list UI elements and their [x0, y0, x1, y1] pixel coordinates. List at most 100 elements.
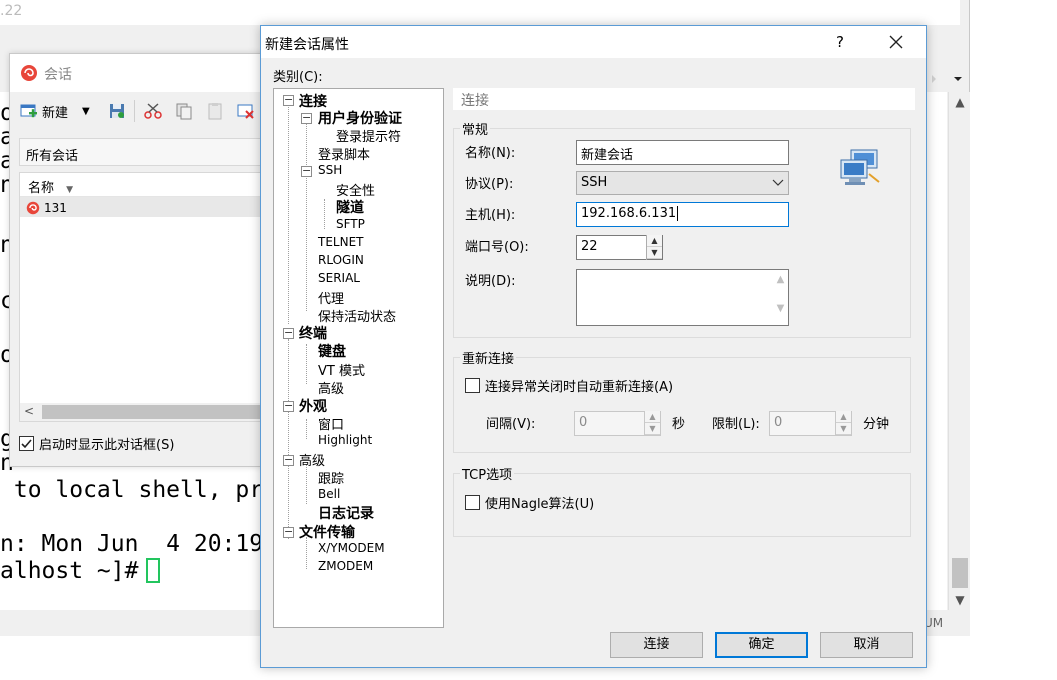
tree-appearance[interactable]: 外观 [299, 396, 327, 416]
nagle-option[interactable]: 使用Nagle算法(U) [465, 493, 594, 512]
tree-advanced[interactable]: 高级 [299, 450, 325, 469]
collapse-icon[interactable]: − [283, 400, 294, 412]
cut-button[interactable] [144, 100, 162, 122]
tree-bell[interactable]: Bell [318, 487, 340, 501]
collapse-icon[interactable]: − [283, 327, 294, 339]
interval-label: 间隔(V): [486, 417, 536, 432]
host-input[interactable]: 192.168.6.131 [576, 202, 789, 227]
tree-user-auth[interactable]: 用户身份验证 [318, 108, 402, 128]
tree-zmodem[interactable]: ZMODEM [318, 559, 373, 573]
host-value: 192.168.6.131 [581, 206, 677, 221]
tree-ssh[interactable]: SSH [318, 163, 342, 177]
tree-sftp[interactable]: SFTP [336, 217, 365, 231]
close-button[interactable] [881, 30, 911, 54]
tree-xymodem[interactable]: X/YMODEM [318, 541, 385, 555]
tree-login-script[interactable]: 登录脚本 [318, 144, 370, 163]
help-button[interactable]: ? [827, 30, 853, 54]
auto-reconnect-checkbox[interactable] [465, 378, 480, 393]
scroll-down-icon[interactable]: ▼ [949, 590, 971, 610]
tree-terminal[interactable]: 终端 [299, 323, 327, 343]
tree-terminal-advanced[interactable]: 高级 [318, 378, 344, 397]
tree-serial[interactable]: SERIAL [318, 271, 360, 285]
terminal-title: .22 [0, 3, 23, 19]
collapse-icon[interactable]: − [283, 94, 294, 106]
scroll-thumb[interactable] [952, 558, 968, 588]
limit-spinner[interactable]: ▲ ▼ [835, 411, 851, 436]
category-label: 类别(C): [273, 70, 323, 85]
tree-line [324, 199, 325, 229]
network-computers-icon [840, 149, 880, 185]
scissors-icon [144, 103, 162, 119]
tree-keyboard[interactable]: 键盘 [318, 341, 346, 361]
cancel-button[interactable]: 取消 [820, 632, 913, 658]
tree-file-transfer[interactable]: 文件传输 [299, 522, 355, 542]
scroll-left-icon[interactable]: < [24, 404, 34, 418]
spin-down-icon[interactable]: ▼ [645, 423, 660, 435]
spin-up-icon[interactable]: ▲ [645, 411, 660, 423]
ok-button[interactable]: 确定 [715, 632, 808, 658]
limit-label: 限制(L): [712, 417, 760, 432]
tree-keepalive[interactable]: 保持活动状态 [318, 306, 396, 325]
tree-telnet[interactable]: TELNET [318, 235, 364, 249]
new-session-button[interactable]: 新建 ▼ [20, 100, 90, 122]
list-header-name[interactable]: 名称 ▼ [20, 173, 268, 197]
tree-proxy[interactable]: 代理 [318, 288, 344, 307]
tree-line [288, 104, 289, 324]
tree-line [288, 339, 289, 539]
tree-window[interactable]: 窗口 [318, 414, 344, 433]
tree-highlight[interactable]: Highlight [318, 433, 372, 447]
collapse-icon[interactable]: − [283, 526, 294, 538]
column-name-label: 名称 [28, 181, 55, 196]
interval-input[interactable]: 0 ▲ ▼ [574, 411, 661, 436]
interval-spinner[interactable]: ▲ ▼ [644, 411, 660, 436]
terminal-scrollbar[interactable]: ▲ ▼ [948, 92, 970, 610]
tree-logging[interactable]: 日志记录 [318, 503, 374, 523]
scroll-up-icon[interactable]: ▲ [949, 92, 971, 112]
show-on-startup-option[interactable]: 启动时显示此对话框(S) [19, 434, 174, 453]
reconnect-group: 重新连接 [453, 348, 911, 453]
spin-up-icon[interactable]: ▲ [647, 235, 662, 247]
session-name: 131 [44, 201, 67, 215]
spin-down-icon[interactable]: ▼ [647, 247, 662, 259]
description-scrollbar[interactable]: ▲ ▼ [772, 270, 789, 325]
xshell-logo-icon [21, 65, 37, 81]
collapse-icon[interactable]: − [283, 454, 294, 466]
protocol-select[interactable]: SSH [576, 171, 789, 195]
description-input[interactable] [576, 269, 789, 326]
reconnect-group-title: 重新连接 [460, 348, 517, 367]
tree-rlogin[interactable]: RLOGIN [318, 253, 364, 267]
limit-unit: 分钟 [863, 417, 890, 432]
save-session-button[interactable] [108, 100, 126, 122]
tree-trace[interactable]: 跟踪 [318, 468, 344, 487]
collapse-icon[interactable]: − [301, 165, 312, 177]
nagle-checkbox[interactable] [465, 495, 480, 510]
connect-button[interactable]: 连接 [610, 632, 703, 658]
spin-down-icon[interactable]: ▼ [836, 423, 851, 435]
delete-button[interactable] [237, 100, 255, 122]
tree-tunnel[interactable]: 隧道 [336, 197, 364, 217]
scroll-up-icon[interactable]: ▲ [772, 274, 789, 285]
name-input[interactable]: 新建会话 [576, 140, 789, 165]
host-label: 主机(H): [465, 208, 516, 223]
chevron-down-icon[interactable]: ▼ [82, 106, 90, 117]
session-row[interactable]: 131 [20, 197, 268, 217]
limit-input[interactable]: 0 ▲ ▼ [769, 411, 852, 436]
tree-login-prompt[interactable]: 登录提示符 [336, 126, 401, 145]
terminal-tab-arrows[interactable] [926, 68, 970, 90]
session-folder-path[interactable]: 所有会话 [19, 138, 269, 166]
show-on-startup-checkbox[interactable] [19, 436, 34, 451]
spin-up-icon[interactable]: ▲ [836, 411, 851, 423]
category-tree[interactable]: − 连接 − 用户身份验证 登录提示符 登录脚本 − SSH 安全性 隧道 SF… [273, 88, 444, 628]
port-spinner[interactable]: ▲ ▼ [646, 235, 662, 260]
auto-reconnect-option[interactable]: 连接异常关闭时自动重新连接(A) [465, 376, 673, 395]
new-session-dialog: 新建会话属性 ? 类别(C): − 连接 − 用户身份验证 登录提示符 登录脚本… [260, 25, 927, 668]
collapse-icon[interactable]: − [301, 112, 312, 124]
scroll-thumb[interactable] [42, 405, 268, 419]
scroll-down-icon[interactable]: ▼ [772, 303, 789, 314]
horizontal-scrollbar[interactable]: < [20, 403, 268, 421]
session-list[interactable]: 名称 ▼ 131 < [19, 172, 269, 422]
tree-vt-mode[interactable]: VT 模式 [318, 360, 365, 379]
paste-button[interactable] [206, 100, 224, 122]
port-input[interactable]: 22 ▲ ▼ [576, 235, 663, 260]
copy-button[interactable] [175, 100, 193, 122]
